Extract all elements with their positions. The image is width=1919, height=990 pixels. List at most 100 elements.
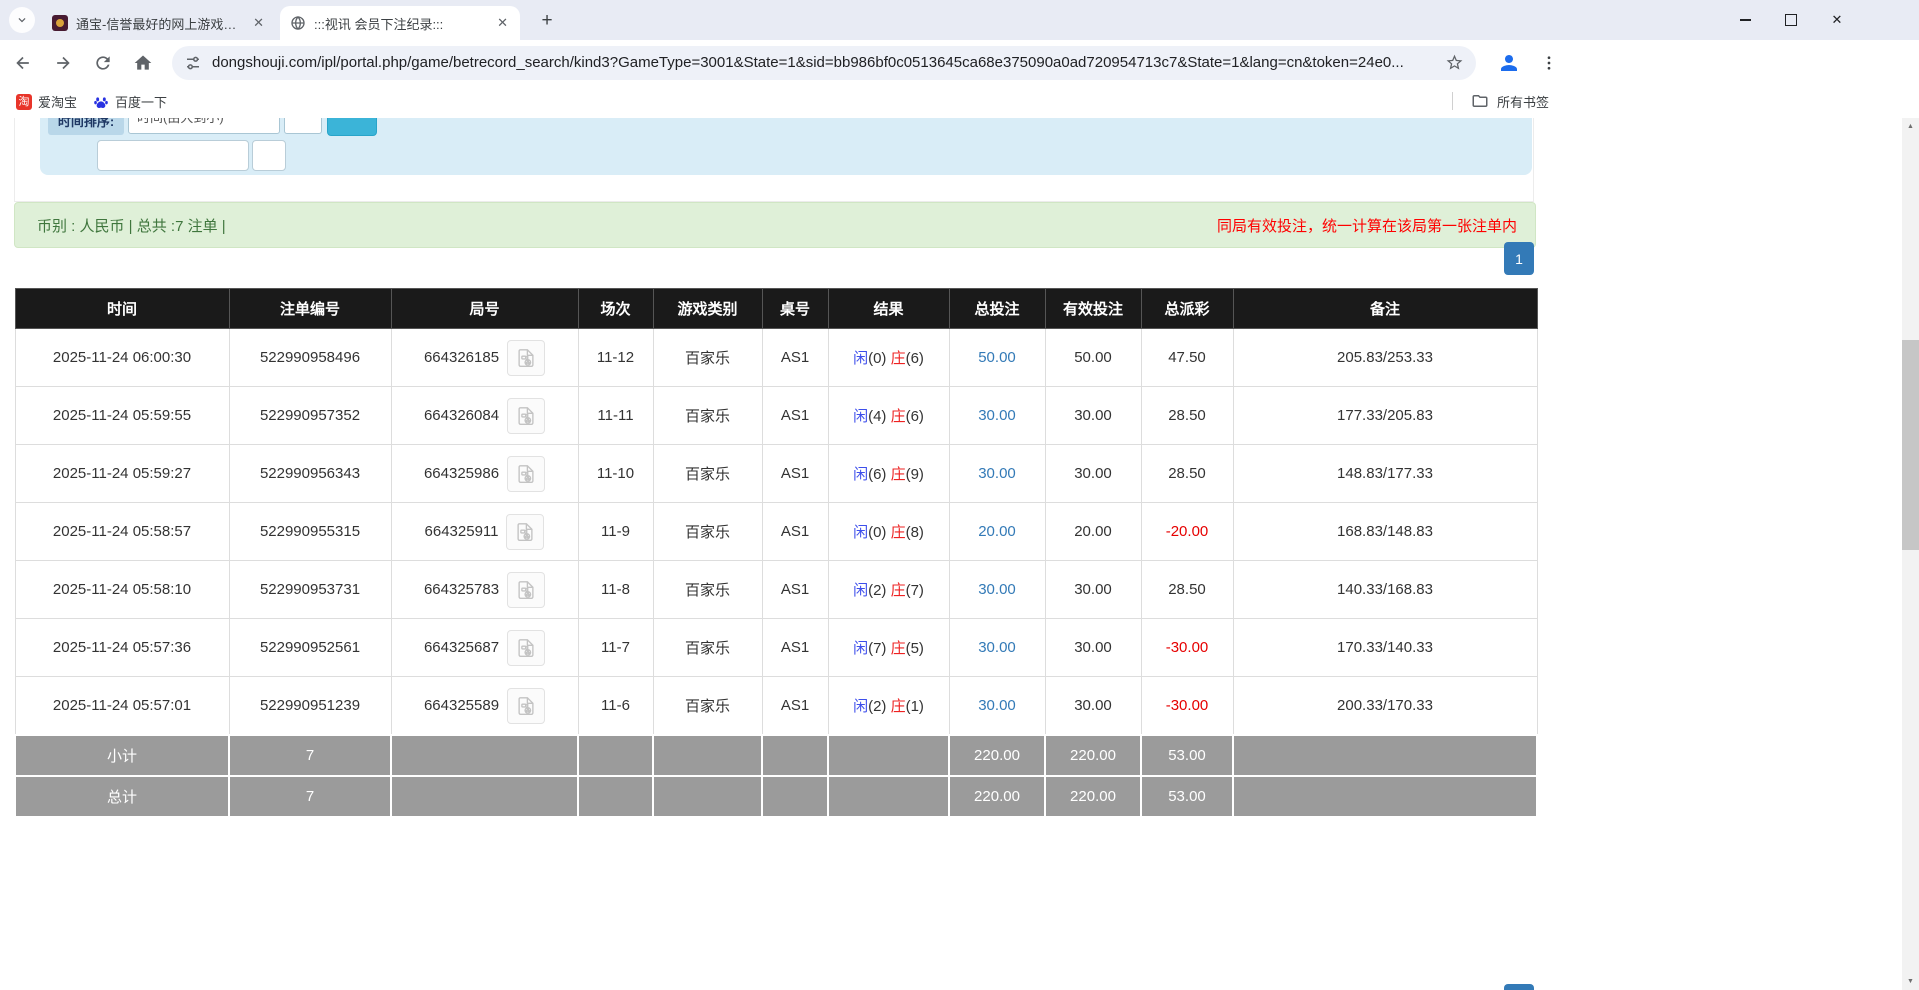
table-row: 2025-11-24 05:59:27 522990956343 664325986… <box>14 444 1538 503</box>
form-secondary-input[interactable] <box>97 140 249 171</box>
summary-cell: 小计 <box>14 734 230 777</box>
new-tab-button[interactable]: + <box>534 8 560 34</box>
bookmark-baidu[interactable]: 百度一下 <box>93 92 167 111</box>
total-bet-link[interactable]: 20.00 <box>978 523 1016 540</box>
site-settings-icon[interactable] <box>184 54 202 72</box>
folder-icon <box>1472 95 1488 107</box>
round-id-text: 664326185 <box>423 349 500 366</box>
address-bar[interactable]: dongshouji.com/ipl/portal.php/game/betre… <box>172 45 1476 80</box>
cell-remark: 140.33/168.83 <box>1232 560 1538 619</box>
payout-value: -30.00 <box>1165 697 1209 714</box>
scrollbar-thumb[interactable] <box>1902 340 1919 550</box>
cell-session: 11-12 <box>577 328 654 387</box>
video-replay-button[interactable] <box>507 455 546 492</box>
video-file-icon <box>518 638 534 657</box>
maximize-button[interactable] <box>1768 0 1814 40</box>
cell-time: 2025-11-24 05:59:55 <box>14 386 230 445</box>
scroll-down-icon[interactable]: ▼ <box>1902 973 1919 990</box>
cell-total-bet: 30.00 <box>948 560 1046 619</box>
cell-game-type: 百家乐 <box>652 386 763 445</box>
cell-valid-bet: 30.00 <box>1044 618 1142 677</box>
total-bet-link[interactable]: 30.00 <box>978 581 1016 598</box>
bookmarks-separator <box>1452 92 1453 110</box>
result-banker-count: (7) <box>905 582 924 599</box>
cell-table-no: AS1 <box>761 386 829 445</box>
profile-button[interactable] <box>1492 46 1526 80</box>
cell-session: 11-10 <box>577 444 654 503</box>
browser-menu-button[interactable] <box>1532 46 1566 80</box>
pagination-page-1[interactable]: 1 <box>1504 242 1534 275</box>
video-replay-button[interactable] <box>506 513 545 550</box>
close-button[interactable]: ✕ <box>1814 0 1860 40</box>
tab-close-icon[interactable]: ✕ <box>251 15 266 31</box>
cell-game-type: 百家乐 <box>652 328 763 387</box>
total-row: 总计 7 220.00 220.00 53.00 <box>14 775 1538 818</box>
result-banker-count: (6) <box>905 408 924 425</box>
cell-table-no: AS1 <box>761 618 829 677</box>
cell-valid-bet: 20.00 <box>1044 502 1142 561</box>
reload-button[interactable] <box>86 46 120 80</box>
round-id-text: 664325986 <box>423 465 500 482</box>
video-replay-button[interactable] <box>507 339 546 376</box>
all-bookmarks[interactable]: 所有书签 <box>1452 85 1549 117</box>
summary-cell: 220.00 <box>948 775 1046 818</box>
table-body: 2025-11-24 06:00:30 522990958496 664326185… <box>14 328 1538 736</box>
video-replay-button[interactable] <box>507 397 546 434</box>
tab-casino-site[interactable]: 通宝-信誉最好的网上游戏平台 ✕ <box>42 6 276 40</box>
cell-time: 2025-11-24 05:58:57 <box>14 502 230 561</box>
result-player-label: 闲 <box>853 350 869 367</box>
tab-search-button[interactable] <box>9 7 35 33</box>
video-file-icon <box>518 464 534 483</box>
summary-cell: 220.00 <box>1044 775 1142 818</box>
bookmark-star-icon[interactable] <box>1445 53 1464 72</box>
table-row: 2025-11-24 06:00:30 522990958496 664326185… <box>14 328 1538 387</box>
tab-close-icon[interactable]: ✕ <box>495 15 510 31</box>
form-secondary-addon[interactable] <box>252 140 286 171</box>
video-replay-button[interactable] <box>507 687 546 724</box>
cell-remark: 170.33/140.33 <box>1232 618 1538 677</box>
summary-cell: 总计 <box>14 775 230 818</box>
sort-select[interactable]: 时间(由大到小) <box>128 118 280 134</box>
cell-bet-id: 522990956343 <box>228 444 392 503</box>
forward-icon <box>57 56 70 69</box>
sort-select-addon[interactable] <box>284 118 322 134</box>
back-icon <box>16 56 29 69</box>
back-button[interactable] <box>6 46 40 80</box>
result-banker-label: 庄 <box>890 698 906 715</box>
result-player-count: (7) <box>868 640 891 657</box>
cell-valid-bet: 30.00 <box>1044 560 1142 619</box>
result-player-label: 闲 <box>853 640 869 657</box>
summary-cell: 7 <box>228 734 392 777</box>
summary-cell <box>577 775 654 818</box>
total-bet-link[interactable]: 50.00 <box>978 349 1016 366</box>
cell-session: 11-11 <box>577 386 654 445</box>
total-bet-link[interactable]: 30.00 <box>978 639 1016 656</box>
total-bet-link[interactable]: 30.00 <box>978 697 1016 714</box>
video-replay-button[interactable] <box>507 571 546 608</box>
taobao-icon: 淘 <box>16 93 32 110</box>
result-player-count: (0) <box>868 350 891 367</box>
minimize-button[interactable] <box>1722 0 1768 40</box>
cell-round-id: 664325986 <box>390 444 579 503</box>
video-file-icon <box>518 406 534 425</box>
result-banker-label: 庄 <box>890 524 906 541</box>
summary-cell <box>577 734 654 777</box>
tab-bet-records[interactable]: :::视讯 会员下注纪录::: ✕ <box>280 6 520 40</box>
cell-bet-id: 522990952561 <box>228 618 392 677</box>
scroll-up-icon[interactable]: ▲ <box>1902 118 1919 135</box>
search-button[interactable] <box>327 118 377 136</box>
summary-cell <box>652 734 763 777</box>
bookmark-taobao[interactable]: 淘 爱淘宝 <box>16 92 77 111</box>
round-id-group: 664325687 <box>393 629 577 666</box>
forward-button[interactable] <box>46 46 80 80</box>
total-bet-link[interactable]: 30.00 <box>978 465 1016 482</box>
chevron-down-icon <box>18 18 26 23</box>
cell-table-no: AS1 <box>761 328 829 387</box>
video-replay-button[interactable] <box>507 629 546 666</box>
tab-title: :::视讯 会员下注纪录::: <box>314 16 444 32</box>
pagination-page-1-bottom[interactable]: 1 <box>1504 984 1534 990</box>
bookmarks-bar: 淘 爱淘宝 百度一下 所有书签 <box>0 85 1919 119</box>
casino-favicon <box>52 15 68 31</box>
total-bet-link[interactable]: 30.00 <box>978 407 1016 424</box>
home-button[interactable] <box>126 46 160 80</box>
